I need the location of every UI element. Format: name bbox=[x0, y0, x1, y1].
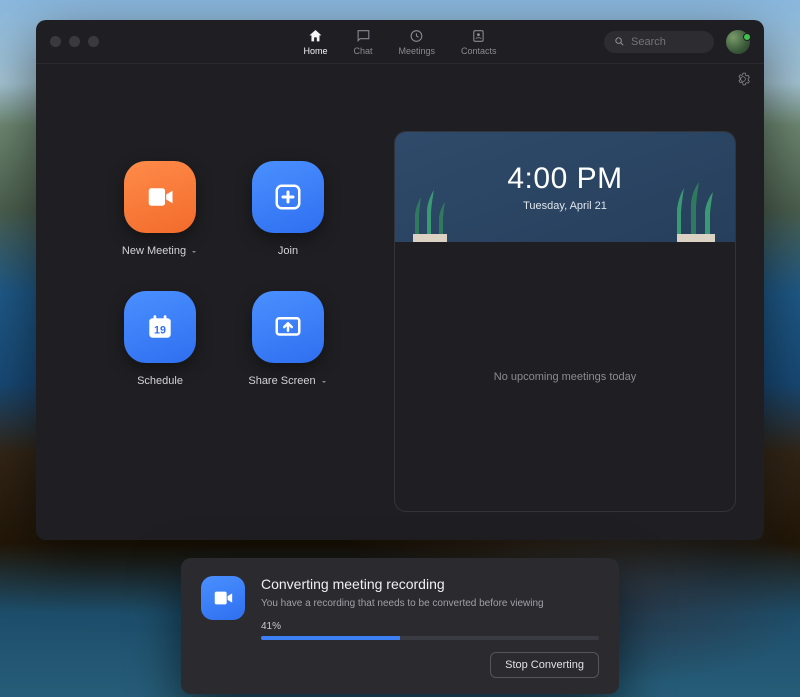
calendar-header: 4:00 PM Tuesday, April 21 bbox=[395, 132, 735, 242]
tab-home[interactable]: Home bbox=[303, 28, 327, 56]
tab-label: Meetings bbox=[398, 46, 435, 56]
dialog-subtitle: You have a recording that needs to be co… bbox=[261, 598, 599, 609]
window-minimize-button[interactable] bbox=[69, 36, 80, 47]
home-icon bbox=[307, 28, 323, 44]
chevron-down-icon bbox=[190, 247, 198, 255]
plant-decoration bbox=[409, 182, 455, 242]
window-zoom-button[interactable] bbox=[88, 36, 99, 47]
search-box[interactable] bbox=[604, 31, 714, 53]
video-icon bbox=[212, 587, 234, 609]
chevron-down-icon bbox=[320, 377, 328, 385]
clock-time: 4:00 PM bbox=[507, 162, 622, 196]
plus-icon bbox=[273, 182, 303, 212]
tab-label: Contacts bbox=[461, 46, 497, 56]
search-input[interactable] bbox=[631, 36, 701, 48]
action-label: Schedule bbox=[137, 375, 183, 387]
tab-label: Home bbox=[303, 46, 327, 56]
action-label: New Meeting bbox=[122, 245, 186, 257]
converting-dialog: Converting meeting recording You have a … bbox=[181, 558, 619, 694]
calendar-icon: 19 bbox=[145, 312, 175, 342]
tab-label: Chat bbox=[353, 46, 372, 56]
calendar-body: No upcoming meetings today bbox=[395, 242, 735, 511]
tab-chat[interactable]: Chat bbox=[353, 28, 372, 56]
action-grid: New Meeting Join bbox=[64, 131, 364, 512]
progress-percent: 41% bbox=[261, 621, 599, 632]
stop-converting-button[interactable]: Stop Converting bbox=[490, 652, 599, 678]
progress-bar bbox=[261, 636, 599, 640]
nav-tabs: Home Chat Meetings Contacts bbox=[303, 28, 496, 56]
new-meeting-button[interactable] bbox=[124, 161, 196, 233]
calendar-day-number: 19 bbox=[154, 324, 166, 336]
dialog-title: Converting meeting recording bbox=[261, 576, 599, 592]
no-meetings-text: No upcoming meetings today bbox=[494, 371, 636, 383]
tab-meetings[interactable]: Meetings bbox=[398, 28, 435, 56]
clock-icon bbox=[409, 28, 425, 44]
action-label: Share Screen bbox=[248, 375, 315, 387]
progress-fill bbox=[261, 636, 400, 640]
schedule-button[interactable]: 19 bbox=[124, 291, 196, 363]
share-screen-button[interactable] bbox=[252, 291, 324, 363]
titlebar: Home Chat Meetings Contacts bbox=[36, 20, 764, 64]
plant-decoration bbox=[671, 178, 721, 242]
join-button[interactable] bbox=[252, 161, 324, 233]
dialog-app-icon bbox=[201, 576, 245, 620]
presence-indicator bbox=[743, 33, 751, 41]
window-controls bbox=[36, 36, 99, 47]
tab-contacts[interactable]: Contacts bbox=[461, 28, 497, 56]
contacts-icon bbox=[471, 28, 487, 44]
new-meeting-label-row[interactable]: New Meeting bbox=[122, 245, 198, 257]
share-screen-icon bbox=[273, 312, 303, 342]
main-area: New Meeting Join bbox=[36, 91, 764, 540]
video-icon bbox=[145, 182, 175, 212]
clock-date: Tuesday, April 21 bbox=[523, 200, 607, 212]
action-label: Join bbox=[278, 245, 298, 257]
chat-icon bbox=[355, 28, 371, 44]
zoom-main-window: Home Chat Meetings Contacts bbox=[36, 20, 764, 540]
calendar-panel: 4:00 PM Tuesday, April 21 No upcoming me… bbox=[394, 131, 736, 512]
share-screen-label-row[interactable]: Share Screen bbox=[248, 375, 327, 387]
window-close-button[interactable] bbox=[50, 36, 61, 47]
settings-button[interactable] bbox=[736, 72, 750, 91]
gear-icon bbox=[736, 72, 750, 86]
search-icon bbox=[614, 36, 625, 47]
